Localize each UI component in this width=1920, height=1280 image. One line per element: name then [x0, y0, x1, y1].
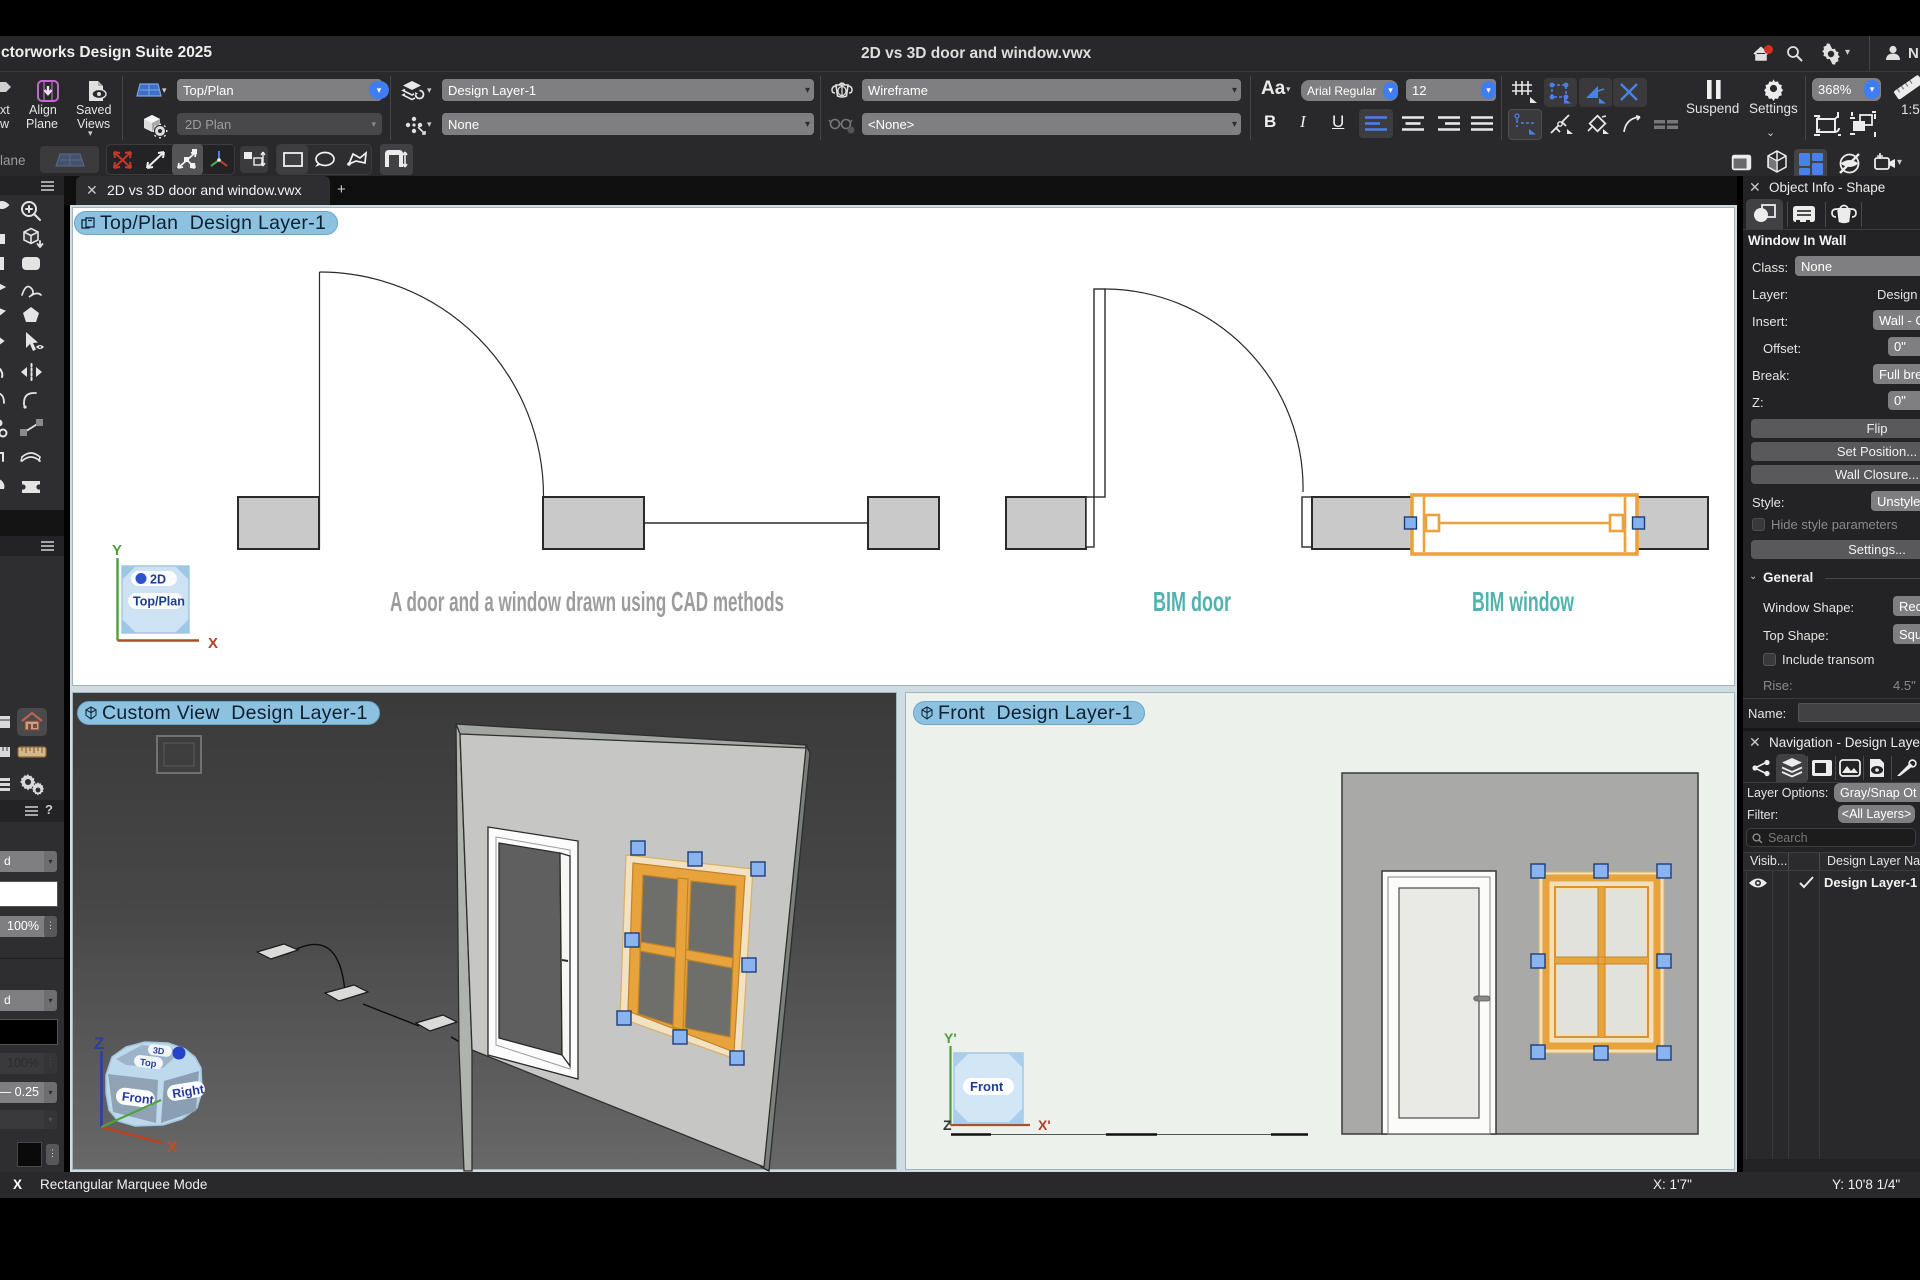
svg-text:X': X' — [1038, 1117, 1051, 1133]
svg-text:A door and a window drawn usin: A door and a window drawn using CAD meth… — [390, 586, 784, 617]
svg-text:X: X — [208, 635, 218, 652]
svg-text:BIM door: BIM door — [1153, 586, 1231, 617]
svg-text:Top: Top — [139, 1057, 157, 1070]
svg-text:X: X — [167, 1139, 178, 1156]
svg-text:Front: Front — [970, 1079, 1004, 1094]
svg-text:Top/Plan: Top/Plan — [133, 595, 185, 609]
svg-text:2D: 2D — [150, 573, 166, 587]
svg-text:3D: 3D — [152, 1045, 165, 1056]
svg-text:Z: Z — [94, 1034, 104, 1053]
svg-text:Y': Y' — [944, 1030, 957, 1046]
svg-text:BIM window: BIM window — [1472, 586, 1574, 617]
svg-text:Y: Y — [112, 542, 122, 559]
